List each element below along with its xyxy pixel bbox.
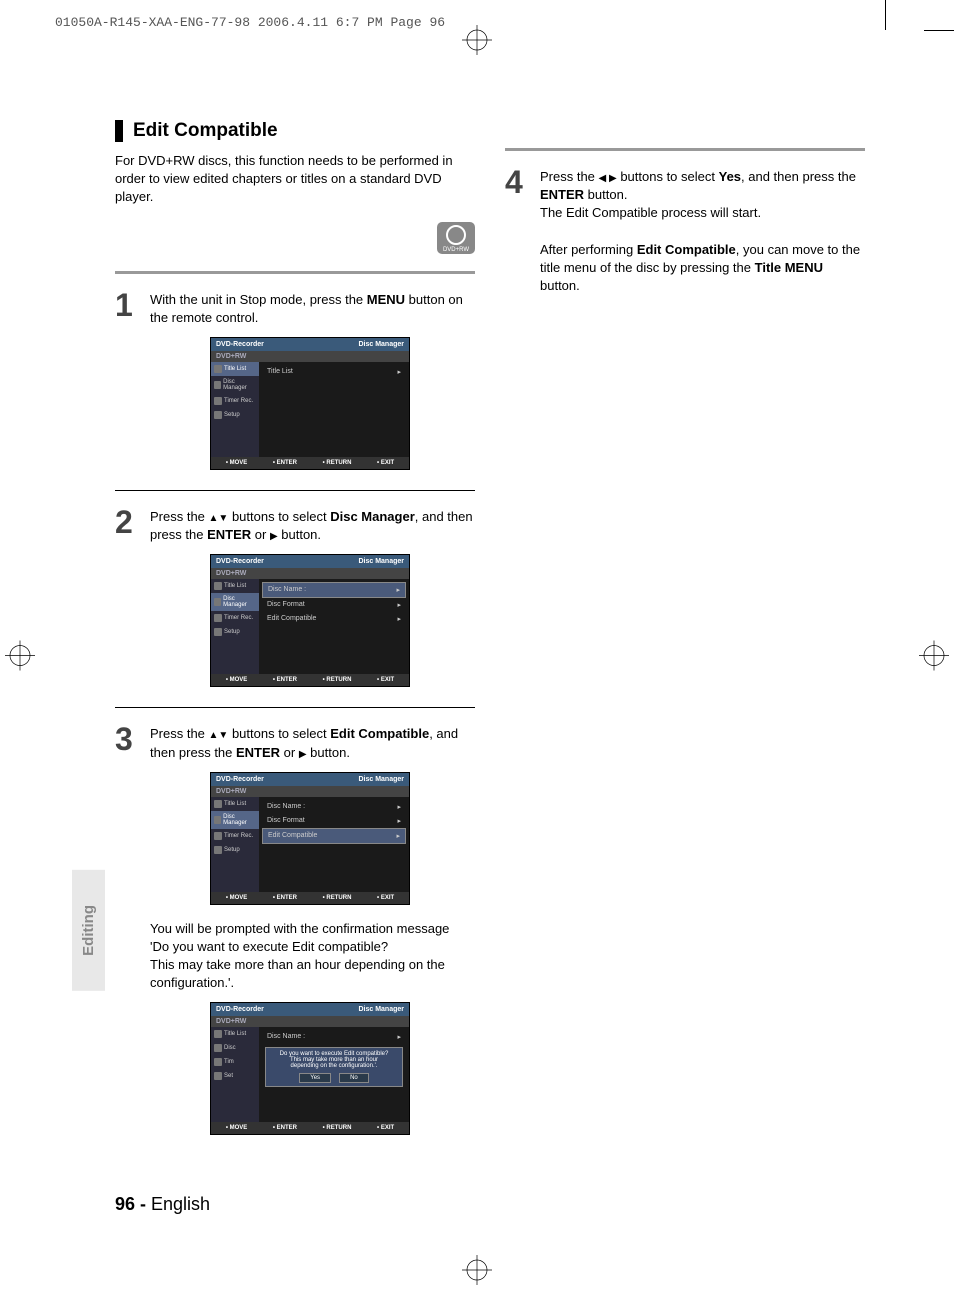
- side-tab-editing: Editing: [72, 870, 105, 991]
- main-disc-name: Disc Name :▸: [262, 582, 406, 598]
- page-footer: 96 - English: [115, 1194, 210, 1215]
- main-edit-compatible: Edit Compatible▸: [262, 828, 406, 844]
- main-disc-name: Disc Name :▸: [262, 800, 406, 814]
- main-title-list: Title List▸: [262, 365, 406, 379]
- main-disc-format: Disc Format▸: [262, 814, 406, 828]
- sidebar-disc: Disc: [211, 1041, 259, 1055]
- sidebar-setup: Setup: [211, 408, 259, 422]
- sidebar-setup: Setup: [211, 625, 259, 639]
- dvd-rw-badge: DVD+RW: [115, 222, 475, 256]
- page-content: Edit Compatible For DVD+RW discs, this f…: [115, 120, 865, 1150]
- sidebar-title-list: Title List: [211, 362, 259, 376]
- up-down-icon: ▲▼: [209, 730, 229, 741]
- right-column: 4 Press the ◀ ▶ buttons to select Yes, a…: [505, 120, 865, 305]
- left-right-icon: ◀ ▶: [599, 173, 617, 184]
- screen-footer: MOVEENTERRETURNEXIT: [211, 892, 409, 904]
- sidebar-disc-manager: Disc Manager: [211, 593, 259, 611]
- sidebar-set: Set: [211, 1069, 259, 1083]
- step-number: 1: [115, 289, 140, 321]
- screen-footer: MOVEENTERRETURNEXIT: [211, 674, 409, 686]
- yes-button: Yes: [299, 1073, 331, 1083]
- up-down-icon: ▲▼: [209, 513, 229, 524]
- step-text: With the unit in Stop mode, press the ME…: [150, 289, 475, 327]
- disc-icon: DVD+RW: [437, 222, 475, 254]
- confirmation-text: You will be prompted with the confirmati…: [150, 920, 475, 993]
- sidebar-disc-manager: Disc Manager: [211, 376, 259, 394]
- screen-footer: MOVEENTERRETURNEXIT: [211, 457, 409, 469]
- step-text: Press the ▲▼ buttons to select Edit Comp…: [150, 723, 475, 761]
- step-number: 4: [505, 166, 530, 198]
- pdf-header: 01050A-R145-XAA-ENG-77-98 2006.4.11 6:7 …: [55, 15, 445, 30]
- confirmation-dialog: Do you want to execute Edit compatible? …: [265, 1047, 403, 1087]
- sidebar-setup: Setup: [211, 843, 259, 857]
- no-button: No: [339, 1073, 369, 1083]
- corner-line: [885, 0, 886, 30]
- crop-mark-top: [462, 25, 492, 60]
- divider: [115, 271, 475, 274]
- screenshot-4: DVD-RecorderDisc Manager DVD+RW Title Li…: [210, 1002, 410, 1135]
- intro-text: For DVD+RW discs, this function needs to…: [115, 152, 475, 207]
- step-1: 1 With the unit in Stop mode, press the …: [115, 289, 475, 327]
- main-edit-compatible: Edit Compatible▸: [262, 612, 406, 626]
- sidebar-timer-rec: Timer Rec.: [211, 829, 259, 843]
- screenshot-3: DVD-RecorderDisc Manager DVD+RW Title Li…: [210, 772, 410, 905]
- main-disc-name: Disc Name :▸: [262, 1030, 406, 1044]
- sidebar-timer-rec: Timer Rec.: [211, 611, 259, 625]
- crop-mark-left: [5, 640, 35, 675]
- screenshot-1: DVD-RecorderDisc Manager DVD+RW Title Li…: [210, 337, 410, 470]
- sidebar-title-list: Title List: [211, 797, 259, 811]
- step-4: 4 Press the ◀ ▶ buttons to select Yes, a…: [505, 166, 865, 295]
- step-number: 3: [115, 723, 140, 755]
- main-disc-format: Disc Format▸: [262, 598, 406, 612]
- step-number: 2: [115, 506, 140, 538]
- left-column: Edit Compatible For DVD+RW discs, this f…: [115, 120, 475, 1150]
- section-heading: Edit Compatible: [133, 120, 278, 142]
- step-2: 2 Press the ▲▼ buttons to select Disc Ma…: [115, 506, 475, 544]
- step-3: 3 Press the ▲▼ buttons to select Edit Co…: [115, 723, 475, 761]
- divider: [115, 490, 475, 491]
- screenshot-2: DVD-RecorderDisc Manager DVD+RW Title Li…: [210, 554, 410, 687]
- crop-mark-right: [919, 640, 949, 675]
- sidebar-timer-rec: Timer Rec.: [211, 394, 259, 408]
- right-icon: ▶: [270, 531, 278, 542]
- sidebar-tim: Tim: [211, 1055, 259, 1069]
- divider: [505, 148, 865, 151]
- screen-footer: MOVEENTERRETURNEXIT: [211, 1122, 409, 1134]
- corner-line: [924, 30, 954, 31]
- sidebar-title-list: Title List: [211, 1027, 259, 1041]
- sidebar-disc-manager: Disc Manager: [211, 811, 259, 829]
- divider: [115, 707, 475, 708]
- right-icon: ▶: [299, 749, 307, 760]
- sidebar-title-list: Title List: [211, 579, 259, 593]
- step-text: Press the ▲▼ buttons to select Disc Mana…: [150, 506, 475, 544]
- step-text: Press the ◀ ▶ buttons to select Yes, and…: [540, 166, 865, 295]
- crop-mark-bottom: [462, 1255, 492, 1290]
- section-bar-icon: [115, 120, 123, 142]
- section-title: Edit Compatible: [115, 120, 475, 142]
